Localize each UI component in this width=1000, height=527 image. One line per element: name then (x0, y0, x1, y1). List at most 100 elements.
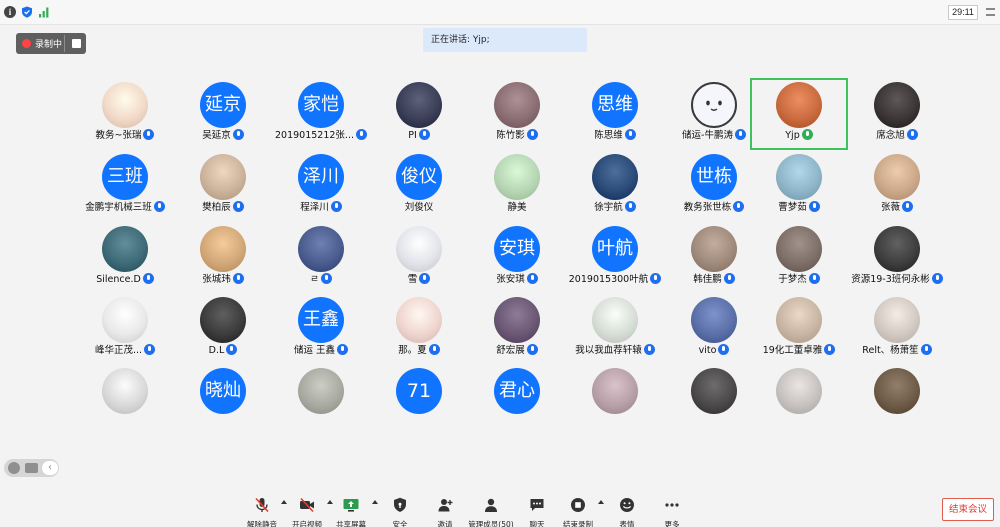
avatar-face-icon (691, 82, 737, 128)
participant-tile[interactable]: Relt、杨萧笙 (848, 293, 946, 365)
stop-recording-icon[interactable] (72, 39, 81, 48)
participant-tile[interactable]: vito (665, 293, 763, 365)
participant-name-text: 韩佳鹏 (693, 274, 722, 285)
participant-tile[interactable]: 那。夏 (370, 293, 468, 365)
participant-name: 舒宏展 (468, 344, 566, 357)
participant-tile[interactable]: 储运-牛鹏涛 (665, 78, 763, 150)
participant-tile[interactable]: 我以我血荐轩辕 (566, 293, 664, 365)
participant-tile[interactable] (76, 364, 174, 436)
participant-tile[interactable] (272, 364, 370, 436)
participant-name: 吴延京 (174, 129, 272, 142)
manage-participants-button[interactable]: 管理成员(50) (468, 494, 514, 527)
security-button[interactable]: 安全 (377, 494, 423, 527)
avatar-photo (200, 297, 246, 343)
participant-tile[interactable]: 峰华正茂... (76, 293, 174, 365)
end-meeting-button[interactable]: 结束会议 (942, 498, 994, 521)
participant-tile[interactable]: 徐宇航 (566, 150, 664, 222)
reactions-button[interactable]: 表情 (604, 494, 650, 527)
participant-tile[interactable] (566, 364, 664, 436)
microphone-icon (920, 344, 932, 355)
participant-tile[interactable]: 资源19-3班何永彬 (848, 222, 946, 294)
participant-name: 曹梦茹 (750, 201, 848, 214)
participant-name: ㄹ (272, 273, 370, 286)
participant-name: 静美 (468, 202, 566, 214)
collapse-arrow-icon[interactable]: ‹ (42, 461, 58, 475)
unmute-button[interactable]: 解除静音 (239, 494, 285, 527)
participant-name: 徐宇航 (566, 201, 664, 214)
participant-tile[interactable]: 教务~张瑞 (76, 78, 174, 150)
microphone-icon (232, 273, 244, 284)
menu-icon[interactable] (986, 8, 995, 16)
chat-button[interactable]: 聊天 (514, 494, 560, 527)
participant-tile[interactable]: 张城玮 (174, 222, 272, 294)
avatar-photo (592, 154, 638, 200)
participant-tile[interactable]: D.L (174, 293, 272, 365)
participant-tile[interactable]: 席念旭 (848, 78, 946, 150)
avatar-initials: 延京 (200, 82, 246, 128)
participant-tile[interactable] (665, 364, 763, 436)
participant-tile[interactable]: 王鑫 储运 王鑫 (272, 293, 370, 365)
speaking-indicator: 正在讲话: Yjp; (423, 28, 587, 52)
participant-name-text: Silence.D (96, 274, 141, 285)
microphone-icon (624, 129, 636, 140)
participant-tile[interactable] (750, 364, 848, 436)
participant-tile[interactable]: 思维 陈思维 (566, 78, 664, 150)
participant-tile[interactable]: 三班金鹏宇机械三班 (76, 150, 174, 222)
info-icon[interactable]: i (4, 6, 16, 18)
participant-tile[interactable]: 君心 (468, 364, 566, 436)
participant-tile[interactable]: 陈竹影 (468, 78, 566, 150)
participant-tile[interactable]: 张薇 (848, 150, 946, 222)
participant-tile[interactable]: 曹梦茹 (750, 150, 848, 222)
avatar-photo (691, 368, 737, 414)
avatar-photo (592, 368, 638, 414)
participant-tile[interactable]: PI (370, 78, 468, 150)
record-dot-icon[interactable] (22, 39, 31, 48)
microphone-icon (232, 129, 244, 140)
participant-tile[interactable]: ㄹ (272, 222, 370, 294)
participant-tile[interactable]: 舒宏展 (468, 293, 566, 365)
side-collapse-panel[interactable]: ‹ (4, 459, 59, 477)
participant-name-text: 19化工董卓雅 (762, 345, 823, 356)
participant-name-text: 储运 王鑫 (293, 345, 336, 356)
participant-name-text: ㄹ (310, 274, 319, 285)
end-recording-button[interactable]: 结束录制 (555, 494, 601, 527)
participant-tile[interactable]: 樊柏辰 (174, 150, 272, 222)
participant-tile[interactable]: 安琪 张安琪 (468, 222, 566, 294)
participant-tile[interactable]: 俊仪 刘俊仪 (370, 150, 468, 222)
avatar-initials: 三班 (102, 154, 148, 200)
microphone-icon (419, 273, 431, 284)
participant-tile[interactable]: 叶航 2019015300叶航 (566, 222, 664, 294)
participant-tile-active-speaker[interactable]: Yjp (750, 78, 848, 150)
participant-tile[interactable]: 19化工董卓雅 (750, 293, 848, 365)
smiley-icon[interactable] (8, 462, 20, 474)
participant-tile[interactable]: 延京 吴延京 (174, 78, 272, 150)
keyboard-icon[interactable] (25, 463, 38, 473)
participant-name-text: 金鹏宇机械三班 (85, 202, 152, 213)
start-video-button[interactable]: 开启视频 (284, 494, 330, 527)
participant-tile[interactable] (848, 364, 946, 436)
avatar-photo (592, 297, 638, 343)
participant-name: PI (370, 129, 468, 142)
share-screen-button[interactable]: 共享屏幕 (328, 494, 374, 527)
signal-icon[interactable] (38, 6, 50, 18)
avatar-photo (396, 82, 442, 128)
participant-tile[interactable]: 泽川 程泽川 (272, 150, 370, 222)
participant-tile[interactable]: 晓灿 (174, 364, 272, 436)
microphone-icon (801, 129, 813, 140)
participant-tile[interactable]: Silence.D (76, 222, 174, 294)
participant-tile[interactable]: 家恺 2019015212张... (272, 78, 370, 150)
participant-tile[interactable]: 71 (370, 364, 468, 436)
participant-tile[interactable]: 韩佳鹏 (665, 222, 763, 294)
more-button[interactable]: 更多 (649, 494, 695, 527)
participant-tile[interactable]: 静美 (468, 150, 566, 222)
participant-tile[interactable]: 世栋 教务张世栋 (665, 150, 763, 222)
participant-tile[interactable]: 于梦杰 (750, 222, 848, 294)
microphone-icon (330, 201, 342, 212)
share-screen-label: 共享屏幕 (336, 520, 366, 527)
participant-tile[interactable]: 雪 (370, 222, 468, 294)
invite-button[interactable]: 邀请 (422, 494, 468, 527)
participant-name-text: 静美 (507, 202, 527, 213)
participant-name-text: 席念旭 (876, 130, 905, 141)
shield-icon[interactable] (21, 6, 33, 18)
avatar-initials: 安琪 (494, 226, 540, 272)
